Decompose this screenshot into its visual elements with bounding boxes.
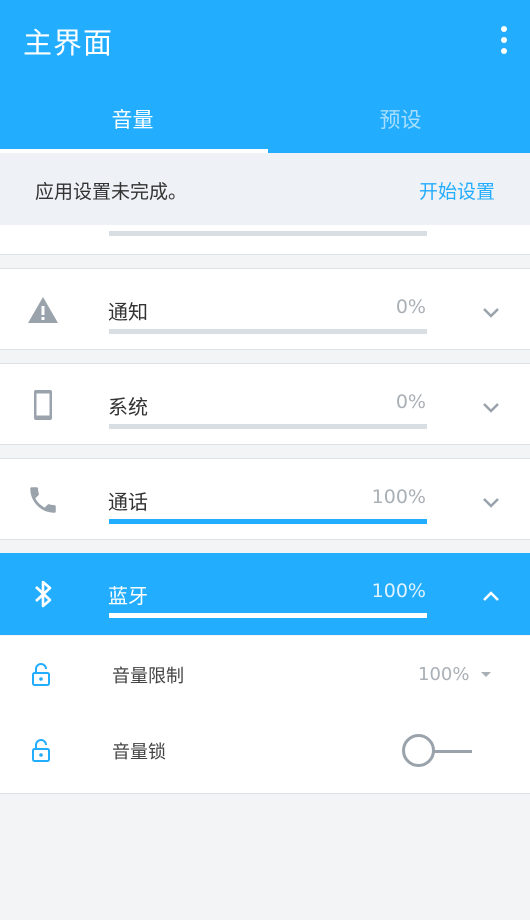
stream-percent: 100%	[371, 580, 426, 602]
app-header: 主界面 音量 预设	[0, 0, 530, 153]
volume-limit-label: 音量限制	[112, 666, 184, 687]
chevron-up-icon[interactable]	[480, 585, 502, 607]
stream-card-system: 系统 0%	[0, 363, 530, 445]
phone-device-icon	[34, 390, 52, 420]
page-title: 主界面	[23, 26, 114, 60]
chevron-down-icon[interactable]	[480, 301, 502, 323]
chevron-down-icon[interactable]	[480, 396, 502, 418]
tab-volume[interactable]: 音量	[0, 88, 265, 153]
volume-slider[interactable]	[109, 424, 427, 429]
toggle-knob	[402, 734, 435, 767]
volume-lock-toggle[interactable]	[402, 734, 474, 768]
lock-icon	[32, 663, 50, 686]
stream-label: 系统	[108, 395, 148, 419]
chevron-down-icon[interactable]	[480, 491, 502, 513]
warning-icon	[28, 297, 58, 323]
start-setup-button[interactable]: 开始设置	[419, 177, 495, 204]
volume-lock-row: 音量锁	[0, 712, 530, 788]
tab-presets[interactable]: 预设	[268, 88, 530, 153]
stream-card-notification: 通知 0%	[0, 268, 530, 350]
bluetooth-icon	[35, 580, 52, 608]
volume-slider[interactable]	[109, 329, 427, 334]
stream-label: 通知	[108, 300, 148, 324]
bluetooth-options-panel: 音量限制 100% 音量锁	[0, 636, 530, 794]
more-vert-icon[interactable]	[496, 24, 512, 56]
volume-lock-label: 音量锁	[112, 742, 166, 763]
stream-card-call: 通话 100%	[0, 458, 530, 540]
slider-fill	[109, 519, 427, 524]
stream-card-bluetooth: 蓝牙 100%	[0, 553, 530, 635]
lock-icon	[32, 739, 50, 762]
slider-fill	[109, 613, 427, 618]
call-icon	[30, 487, 56, 513]
volume-limit-value: 100%	[418, 664, 470, 685]
stream-percent: 0%	[395, 296, 426, 318]
dropdown-caret-icon	[481, 672, 492, 677]
stream-percent: 100%	[371, 486, 426, 508]
volume-slider[interactable]	[109, 231, 427, 236]
partial-stream-card	[0, 225, 530, 255]
volume-limit-row[interactable]: 音量限制 100%	[0, 636, 530, 712]
stream-percent: 0%	[395, 391, 426, 413]
setup-banner: 应用设置未完成。 开始设置	[0, 153, 530, 225]
volume-slider[interactable]	[109, 519, 427, 524]
stream-label: 通话	[108, 490, 148, 514]
stream-label: 蓝牙	[108, 584, 148, 608]
banner-message: 应用设置未完成。	[35, 181, 188, 203]
volume-limit-dropdown[interactable]: 100%	[418, 664, 492, 685]
volume-slider[interactable]	[109, 613, 427, 618]
